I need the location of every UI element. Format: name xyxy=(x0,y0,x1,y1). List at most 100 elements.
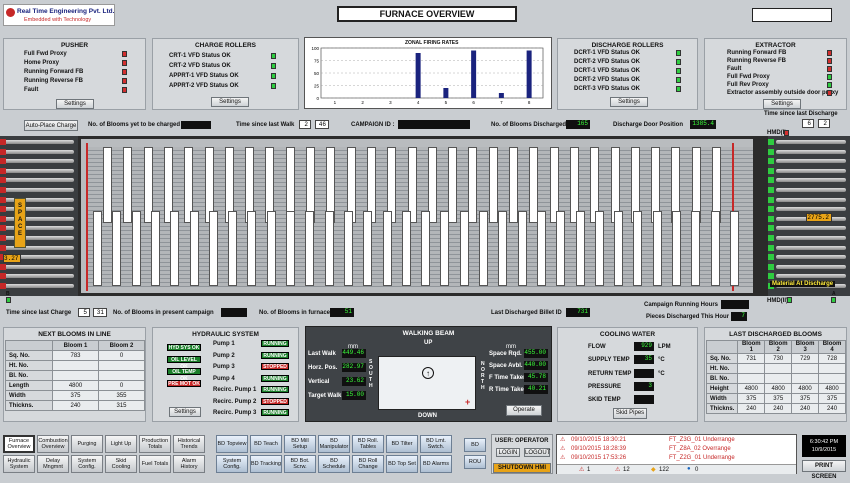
bd-nav-button[interactable]: BD Tracking xyxy=(250,455,282,473)
bloom-lower xyxy=(150,211,160,286)
bloom-lower xyxy=(170,211,180,286)
wb-right-value: 455.00 xyxy=(524,349,548,358)
bd-button-label: BD xyxy=(471,441,479,448)
nav-button[interactable]: Furnace Overview xyxy=(3,435,35,453)
alarm-text[interactable]: FT_Z8A_02 Overrange xyxy=(669,446,731,452)
hydraulic-indicator: PRE MOT OK xyxy=(167,380,201,387)
nav-button-label: System Config. xyxy=(222,457,242,471)
auto-place-charge-button[interactable]: Auto-Place Charge xyxy=(24,120,78,131)
hydraulic-settings-button[interactable]: Settings xyxy=(169,407,201,417)
shutdown-button[interactable]: SHUTDOWN HMI xyxy=(493,463,551,473)
rou-button[interactable]: ROU xyxy=(464,455,486,469)
bloom-lower xyxy=(440,211,450,286)
nav-button[interactable]: Production Totals xyxy=(139,435,171,453)
logout-button[interactable]: LOGOUT xyxy=(524,448,550,457)
alarm-datetime[interactable]: 09/10/2015 18:30:21 xyxy=(571,437,626,443)
table-row: Thickns. 240 240 240 240 xyxy=(705,403,846,414)
company-tagline: Embedded with Technology xyxy=(24,17,92,23)
discharge-roller-marker xyxy=(768,177,774,184)
nav-button[interactable]: System Config. xyxy=(71,455,103,473)
table-cell xyxy=(791,363,820,374)
table-header: Bloom 2 xyxy=(764,340,793,354)
nav-button[interactable]: Historical Trends xyxy=(173,435,205,453)
bd-nav-button[interactable]: BD Bot. Scrw. xyxy=(284,455,316,473)
blooms-to-charge-label: No. of Blooms yet to be charged xyxy=(88,122,181,128)
charge_rollers-item-label: CRT-2 VFD Status OK xyxy=(169,63,231,69)
charge-roller-end xyxy=(0,225,6,232)
extractor-status-indicator xyxy=(827,50,832,56)
charge-roller xyxy=(4,274,74,279)
nav-button-label: Light Up xyxy=(110,440,132,447)
bloom-lower xyxy=(536,211,546,286)
table-cell: 4800 xyxy=(737,383,766,394)
pump-label: Pump 1 xyxy=(213,341,235,347)
table-header xyxy=(705,340,739,354)
bd-nav-button[interactable]: BD Roll. Tables xyxy=(352,435,384,453)
x-tick-label: 7 xyxy=(500,100,503,105)
skid-pipes-button[interactable]: Skid Pipes xyxy=(613,408,647,419)
next-blooms-table: Bloom 1 Bloom 2 Sq. No. 783 0 Ht. No. Bl. No. L… xyxy=(5,340,146,411)
bd-nav-button[interactable]: BD Tilter xyxy=(386,435,418,453)
charge-door-line xyxy=(86,143,88,291)
discharge-roller-marker xyxy=(768,263,774,270)
pusher-settings-button[interactable]: Settings xyxy=(56,99,94,109)
charge-roller-end xyxy=(0,148,6,155)
discharge-roller xyxy=(776,207,846,212)
bd-nav-button[interactable]: BD Alarms xyxy=(420,455,452,473)
charge_rollers-status-indicator xyxy=(271,83,276,89)
bd-nav-button[interactable]: BD Manipulator xyxy=(318,435,350,453)
nav-button-label: Delay Mngmnt xyxy=(43,457,63,471)
alarm-datetime[interactable]: 09/10/2015 17:53:26 xyxy=(571,455,626,461)
login-button[interactable]: LOGIN xyxy=(496,448,520,457)
campaign-hours-label: Campaign Running Hours xyxy=(644,302,718,308)
bloom-lower xyxy=(633,211,643,286)
bloom-upper xyxy=(448,147,458,223)
nav-button[interactable]: Fuel Totals xyxy=(139,455,171,473)
discharge-roller xyxy=(776,178,846,183)
print-screen-button[interactable]: PRINT SCREEN xyxy=(802,460,846,480)
bd-nav-button[interactable]: System Config. xyxy=(216,455,248,473)
table-row: Sq. No. 731 730 729 728 xyxy=(705,353,846,364)
bd-nav-button[interactable]: BD Topview xyxy=(216,435,248,453)
nav-button[interactable]: Alarm History xyxy=(173,455,205,473)
alarm-text[interactable]: FT_Z3G_01 Underrange xyxy=(669,437,735,443)
alarm-datetime[interactable]: 09/10/2015 18:28:39 xyxy=(571,446,626,452)
a-indicator xyxy=(831,297,836,303)
nav-button[interactable]: Delay Mngmnt xyxy=(37,455,69,473)
hydraulic-panel: HYDRAULIC SYSTEM HYD SYS OK OIL LEVEL OK O… xyxy=(152,327,299,422)
bd-nav-button[interactable]: BD Mill Setup xyxy=(284,435,316,453)
charge-rollers-settings-button[interactable]: Settings xyxy=(211,97,249,107)
bloom-lower xyxy=(363,211,373,286)
discharge-roller-marker xyxy=(768,187,774,193)
bloom-lower xyxy=(266,211,276,286)
discharge-rollers-settings-button[interactable]: Settings xyxy=(610,97,648,107)
alarm-icon: ⚠ xyxy=(560,446,566,452)
extractor-settings-button[interactable]: Settings xyxy=(763,99,801,109)
bd-nav-button[interactable]: BD Roll Change xyxy=(352,455,384,473)
discharge-roller xyxy=(776,255,846,260)
discharge-roller-marker xyxy=(768,206,774,213)
bd-nav-button[interactable]: BD Schedule xyxy=(318,455,350,473)
nav-button[interactable]: Skid Cooling xyxy=(105,455,137,473)
bd-button[interactable]: BD xyxy=(464,438,486,452)
nav-button-label: BD Roll Change xyxy=(358,457,378,471)
bd-nav-button[interactable]: BD Top Set xyxy=(386,455,418,473)
next-blooms-title: NEXT BLOOMS IN LINE xyxy=(38,331,111,338)
wb-operate-button[interactable]: Operate xyxy=(506,405,542,416)
bar xyxy=(443,88,449,98)
nav-button[interactable]: Hydraulic System xyxy=(3,455,35,473)
wb-left-label: Vertical xyxy=(308,379,330,385)
alarm-text[interactable]: FT_Z2G_01 Underrange xyxy=(669,455,735,461)
skid-temp-label: SKID TEMP xyxy=(588,397,621,403)
bd-nav-button[interactable]: BD Teach xyxy=(250,435,282,453)
bd-nav-button[interactable]: BD Lmt. Swtch. xyxy=(420,435,452,453)
furnace-chamber xyxy=(78,136,768,296)
discharge-roller xyxy=(776,149,846,154)
nav-button[interactable]: Combustion Overview xyxy=(37,435,69,453)
wb-left-value: 282.97 xyxy=(342,363,366,372)
nav-button[interactable]: Purging xyxy=(71,435,103,453)
discharge-rollers-title: DISCHARGE ROLLERS xyxy=(591,42,664,49)
wb-north-label: N O R T H xyxy=(481,361,485,391)
nav-button[interactable]: Light Up xyxy=(105,435,137,453)
discharge-roller-marker xyxy=(768,225,774,232)
